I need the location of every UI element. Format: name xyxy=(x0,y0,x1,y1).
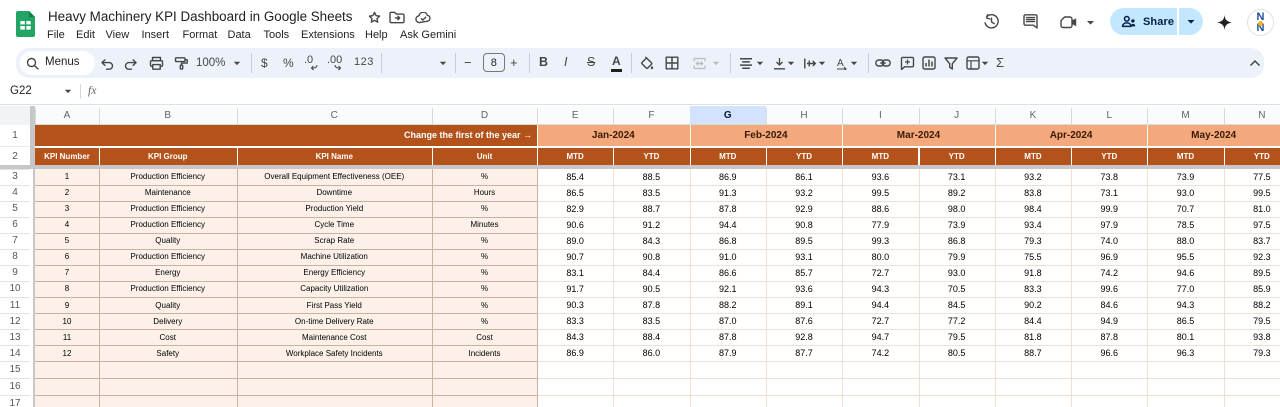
svg-text:A: A xyxy=(837,58,844,69)
